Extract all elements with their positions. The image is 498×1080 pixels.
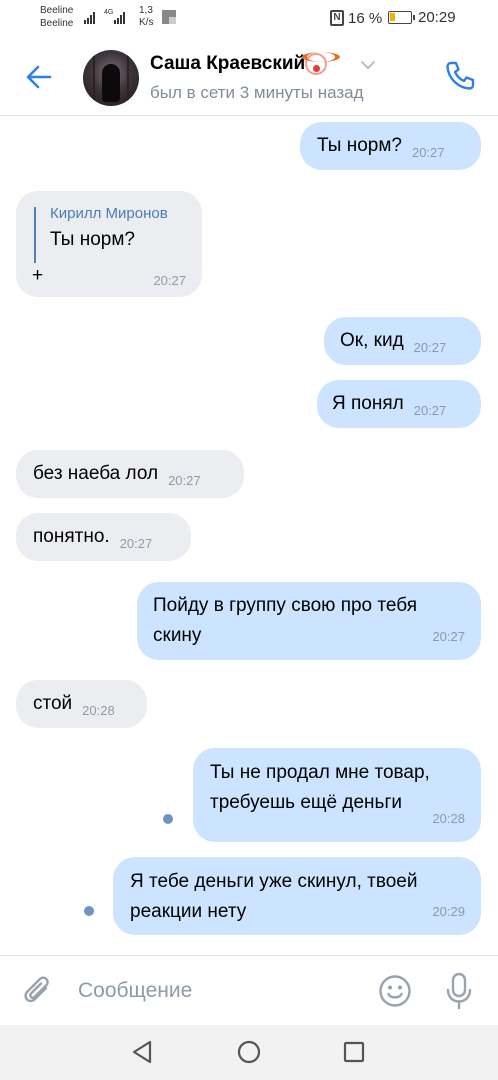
status-clock: 20:29 [418,9,456,26]
message-time: 20:27 [432,629,465,644]
message-text: понятно. [33,526,110,547]
outgoing-message[interactable]: Я понял 20:27 [317,380,481,428]
system-navigation-bar [0,1025,498,1080]
network-speed: 1,3 K/s [139,5,154,28]
chat-header: Саша Краевский был в сети 3 минуты назад [0,38,498,116]
message-list[interactable]: Ты норм? 20:27 Кирилл Миронов Ты норм? + … [0,117,498,955]
message-text: Ты норм? [317,135,402,156]
outgoing-message[interactable]: Я тебе деньги уже скинул, твоей реакции … [113,857,481,935]
signal-2-icon [114,10,125,24]
message-text-line: требуешь ещё деньги [210,792,402,813]
avatar[interactable] [83,50,139,106]
carrier-2: Beeline [40,18,74,29]
carrier-1: Beeline [40,5,74,16]
message-time: 20:27 [413,340,447,355]
message-time: 20:27 [119,536,153,551]
clown-emoji-icon [302,52,340,75]
carrier-labels: Beeline Beeline [40,4,73,30]
incoming-message[interactable]: без наеба лол 20:27 [16,450,244,498]
message-text: + [32,265,44,286]
unread-indicator [163,814,173,824]
message-time: 20:28 [432,811,465,826]
smiley-icon [379,975,411,1007]
message-time: 20:27 [153,273,186,288]
nav-back-icon[interactable] [130,1039,154,1065]
battery-icon [388,11,415,24]
microphone-button[interactable] [444,972,474,1010]
last-seen-status: был в сети 3 минуты назад [150,83,364,102]
attach-button[interactable] [22,974,54,1008]
nav-home-icon[interactable] [237,1040,261,1064]
network-type: 4G [104,9,114,16]
arrow-left-icon [26,65,52,89]
message-time: 20:29 [432,904,465,919]
message-text-line: Ты не продал мне товар, [210,762,430,783]
outgoing-message[interactable]: Ты норм? 20:27 [300,122,481,170]
back-button[interactable] [22,60,56,94]
incoming-message[interactable]: стой 20:28 [16,680,147,728]
message-text: Ок, кид [340,330,404,351]
message-text: Я понял [332,393,404,414]
message-text-line: реакции нету [130,901,247,922]
message-input[interactable] [78,970,368,1012]
microphone-icon [446,972,472,1010]
paperclip-icon [24,976,49,1003]
phone-icon [446,61,475,90]
message-time: 20:27 [413,403,447,418]
message-time: 20:28 [82,703,115,718]
incoming-message[interactable]: понятно. 20:27 [16,513,191,561]
signal-1-icon [84,10,95,24]
call-button[interactable] [442,58,478,94]
nfc-icon: N [330,10,344,26]
message-text-line: скину [153,625,202,646]
nav-recent-apps-icon[interactable] [342,1040,366,1064]
battery-percent: 16 % [348,10,383,27]
message-text: стой [33,693,73,714]
reply-text: Ты норм? [50,229,135,250]
reply-author[interactable]: Кирилл Миронов [50,205,168,222]
message-time: 20:27 [411,145,445,160]
outgoing-message[interactable]: Ок, кид 20:27 [324,317,481,365]
contact-name[interactable]: Саша Краевский [150,53,305,75]
message-text-line: Пойду в группу свою про тебя [153,595,417,616]
emoji-button[interactable] [378,974,412,1008]
chevron-down-icon[interactable] [360,59,376,71]
incoming-message-with-reply[interactable]: Кирилл Миронов Ты норм? + 20:27 [16,191,202,297]
message-composer [0,955,498,1025]
message-text: без наеба лол [33,463,159,484]
unread-indicator [84,906,94,916]
message-text-line: Я тебе деньги уже скинул, твоей [130,871,418,892]
notification-icon [162,10,176,24]
message-time: 20:27 [168,473,201,488]
outgoing-message[interactable]: Ты не продал мне товар, требуешь ещё ден… [193,748,481,842]
reply-quote-bar [34,207,36,263]
status-bar: Beeline Beeline 4G 1,3 K/s N 16 % 20:29 [0,0,498,38]
outgoing-message[interactable]: Пойду в группу свою про тебя скину 20:27 [137,582,481,660]
